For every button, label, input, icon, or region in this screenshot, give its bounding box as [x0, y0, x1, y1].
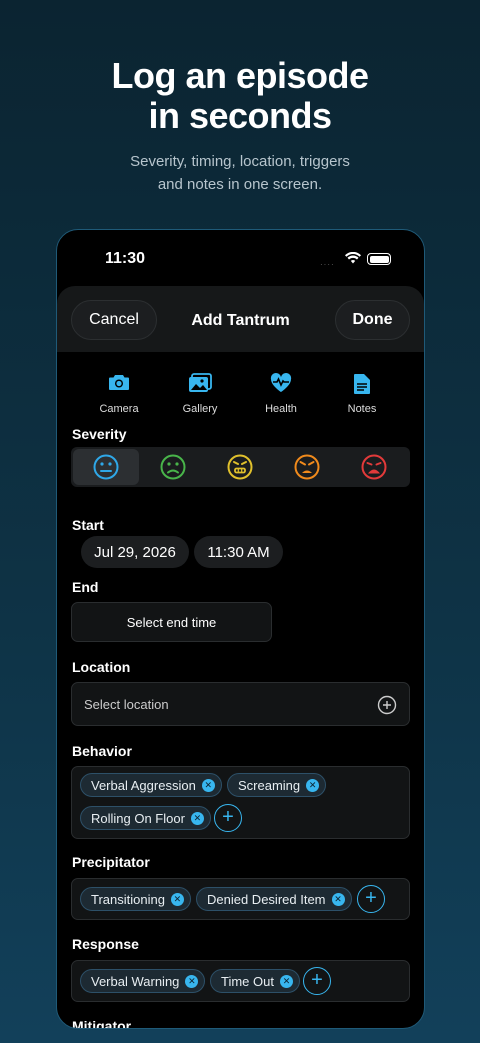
remove-tag-icon[interactable]: ✕ [331, 892, 345, 906]
start-time-picker[interactable]: 11:30 AM [194, 536, 283, 568]
tag-label: Denied Desired Item [207, 891, 326, 907]
gallery-label: Gallery [182, 403, 218, 415]
hero-title: Log an episode in seconds [0, 56, 480, 136]
behavior-tag: Verbal Aggression ✕ [80, 773, 222, 797]
hero-subtitle-line-1: Severity, timing, location, triggers [130, 153, 350, 170]
furious-face-icon [361, 454, 387, 480]
tag-label: Transitioning [91, 891, 165, 907]
hero-subtitle-line-2: and notes in one screen. [157, 176, 323, 193]
end-label: End [72, 579, 99, 595]
remove-tag-icon[interactable]: ✕ [279, 974, 293, 988]
start-label: Start [72, 517, 104, 533]
signal-dots: ···· [320, 260, 335, 269]
camera-button[interactable]: Camera [79, 373, 159, 415]
done-button[interactable]: Done [335, 300, 410, 340]
neutral-face-icon [93, 454, 119, 480]
behavior-tags-box: Verbal Aggression ✕ Screaming ✕ Rolling On… [71, 766, 410, 839]
precipitator-tag: Transitioning ✕ [80, 887, 191, 911]
remove-tag-icon[interactable]: ✕ [201, 778, 215, 792]
add-behavior-button[interactable]: + [214, 804, 242, 832]
severity-level-4[interactable] [274, 449, 340, 485]
camera-icon [79, 373, 159, 395]
status-bar: 11:30 ···· [57, 230, 424, 286]
behavior-label: Behavior [72, 743, 132, 759]
severity-level-2[interactable] [140, 449, 206, 485]
battery-icon [367, 253, 391, 265]
start-date-picker[interactable]: Jul 29, 2026 [81, 536, 189, 568]
mitigator-label: Mitigator [72, 1018, 132, 1029]
gallery-icon [160, 373, 240, 395]
status-time: 11:30 [105, 250, 146, 267]
remove-tag-icon[interactable]: ✕ [306, 778, 320, 792]
camera-label: Camera [99, 403, 139, 415]
frown-face-icon [160, 454, 186, 480]
notes-label: Notes [347, 403, 377, 415]
response-label: Response [72, 936, 139, 952]
severity-level-5[interactable] [341, 449, 407, 485]
severity-selector [71, 447, 410, 487]
severity-level-3[interactable] [207, 449, 273, 485]
notes-icon [322, 373, 402, 395]
add-response-button[interactable]: + [303, 967, 331, 995]
remove-tag-icon[interactable]: ✕ [170, 892, 184, 906]
severity-label: Severity [72, 426, 127, 442]
sheet-header: Cancel Add Tantrum Done [57, 286, 424, 352]
heart-pulse-icon [241, 373, 321, 395]
tag-label: Time Out [221, 973, 274, 989]
add-location-icon[interactable] [377, 695, 397, 718]
hero-title-line-1: Log an episode [111, 55, 369, 96]
response-tag: Time Out ✕ [210, 969, 300, 993]
grimace-face-icon [227, 454, 253, 480]
gallery-button[interactable]: Gallery [160, 373, 240, 415]
health-button[interactable]: Health [241, 373, 321, 415]
response-tag: Verbal Warning ✕ [80, 969, 206, 993]
response-tags-box: Verbal Warning ✕ Time Out ✕ + [71, 960, 410, 1002]
precipitator-tags-box: Transitioning ✕ Denied Desired Item ✕ + [71, 878, 410, 920]
behavior-tag: Rolling On Floor ✕ [80, 806, 211, 830]
remove-tag-icon[interactable]: ✕ [185, 974, 199, 988]
wifi-icon [345, 251, 361, 269]
notes-button[interactable]: Notes [322, 373, 402, 415]
tag-label: Screaming [238, 777, 301, 793]
location-field[interactable]: Select location [71, 682, 410, 726]
health-label: Health [265, 403, 297, 415]
location-label: Location [72, 659, 131, 675]
tag-label: Rolling On Floor [91, 810, 185, 826]
hero-title-line-2: in seconds [148, 95, 332, 136]
behavior-tag: Screaming ✕ [227, 773, 327, 797]
remove-tag-icon[interactable]: ✕ [190, 811, 204, 825]
location-placeholder: Select location [84, 697, 169, 712]
tag-label: Verbal Warning [91, 973, 180, 989]
end-time-picker[interactable]: Select end time [71, 602, 272, 642]
hero-subtitle: Severity, timing, location, triggers and… [0, 150, 480, 196]
add-precipitator-button[interactable]: + [357, 885, 385, 913]
precipitator-tag: Denied Desired Item ✕ [196, 887, 352, 911]
phone-frame: 11:30 ···· Cancel Add Tantrum Done Camer… [56, 229, 425, 1029]
precipitator-label: Precipitator [72, 854, 150, 870]
tag-label: Verbal Aggression [91, 777, 196, 793]
severity-level-1[interactable] [73, 449, 139, 485]
angry-face-icon [294, 454, 320, 480]
